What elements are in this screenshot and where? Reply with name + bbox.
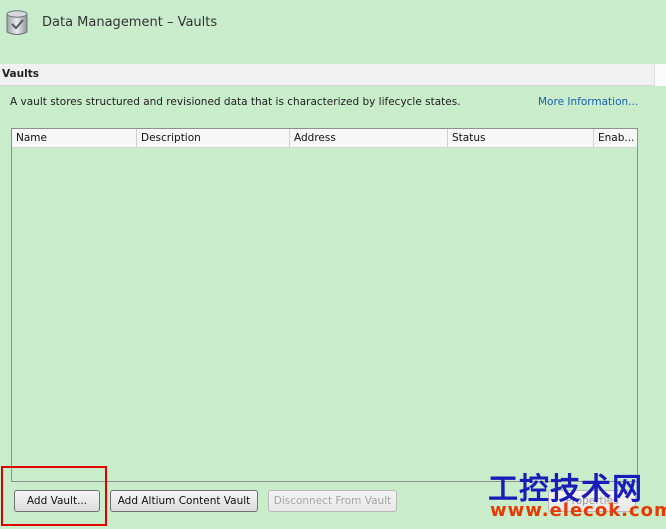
vault-check-icon bbox=[5, 9, 29, 37]
vaults-description: A vault stores structured and revisioned… bbox=[10, 96, 461, 108]
watermark-url: www.elecok.com bbox=[490, 500, 666, 521]
section-header-tail bbox=[654, 64, 666, 86]
vaults-grid[interactable]: Name Description Address Status Enab... bbox=[11, 128, 638, 482]
add-vault-button[interactable]: Add Vault... bbox=[14, 490, 100, 512]
column-header-address[interactable]: Address bbox=[290, 129, 448, 147]
more-information-link[interactable]: More Information... bbox=[538, 96, 638, 108]
add-altium-content-vault-button[interactable]: Add Altium Content Vault bbox=[110, 490, 258, 512]
column-header-description[interactable]: Description bbox=[137, 129, 290, 147]
column-header-enabled[interactable]: Enab... bbox=[594, 129, 637, 147]
page-title: Data Management – Vaults bbox=[42, 15, 218, 30]
disconnect-from-vault-button[interactable]: Disconnect From Vault bbox=[268, 490, 397, 512]
section-header: Vaults bbox=[0, 64, 654, 86]
column-header-name[interactable]: Name bbox=[12, 129, 137, 147]
page-header: Data Management – Vaults bbox=[0, 0, 666, 48]
section-title: Vaults bbox=[2, 68, 39, 80]
grid-header: Name Description Address Status Enab... bbox=[12, 129, 637, 148]
column-header-status[interactable]: Status bbox=[448, 129, 594, 147]
